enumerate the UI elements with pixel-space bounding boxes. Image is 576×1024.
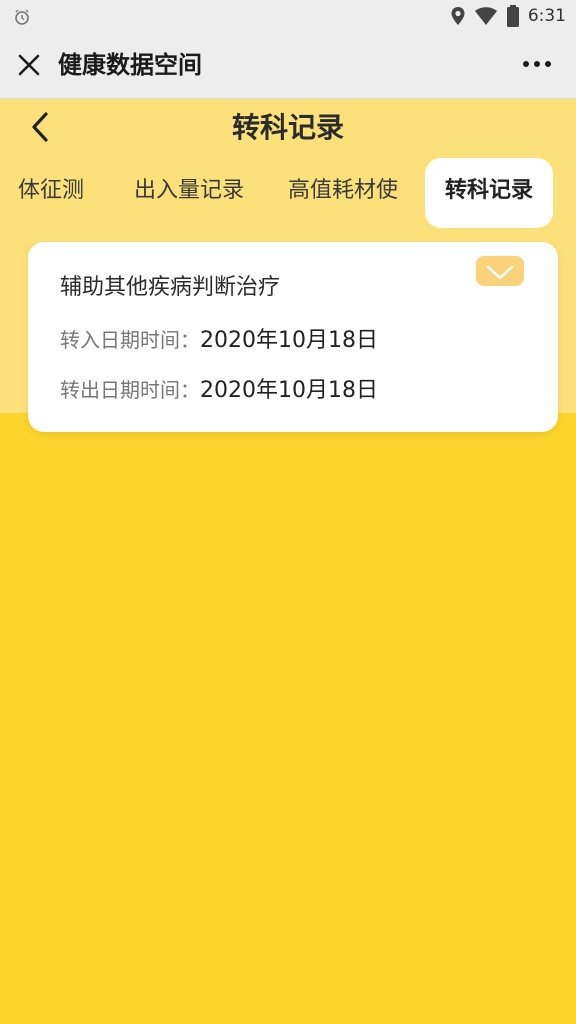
page-title: 转科记录 — [231, 111, 344, 144]
location-icon — [451, 7, 465, 25]
close-icon[interactable] — [14, 50, 44, 80]
tab-transfer-records[interactable]: 转科记录 — [425, 158, 553, 228]
status-time: 6:31 — [527, 6, 566, 26]
tab-bar: 体征测 出入量记录 高值耗材使 转科记录 — [0, 158, 576, 228]
alarm-icon — [15, 9, 29, 25]
app-title: 健康数据空间 — [58, 51, 202, 79]
app-bar: 健康数据空间 — [0, 34, 576, 99]
tab-high-value-consumables[interactable]: 高值耗材使 — [288, 158, 398, 228]
record-title: 辅助其他疾病判断治疗 — [60, 275, 281, 300]
expand-button[interactable] — [476, 256, 524, 286]
transfer-in-value: 2020年10月18日 — [200, 328, 378, 353]
tab-label: 高值耗材使 — [288, 178, 399, 203]
tab-label: 转科记录 — [444, 178, 533, 203]
tab-vital-signs[interactable]: 体征测 — [18, 158, 84, 228]
transfer-in-row: 转入日期时间：2020年10月18日 — [60, 324, 378, 357]
tab-label: 出入量记录 — [134, 178, 245, 203]
tab-intake-output[interactable]: 出入量记录 — [134, 158, 244, 228]
more-icon[interactable] — [522, 56, 552, 72]
status-right: 6:31 — [450, 5, 566, 27]
transfer-out-row: 转出日期时间：2020年10月18日 — [60, 374, 378, 407]
chevron-down-icon — [486, 265, 514, 280]
tab-label: 体征测 — [18, 178, 85, 203]
battery-icon — [506, 5, 519, 27]
transfer-record-card[interactable]: 辅助其他疾病判断治疗 转入日期时间：2020年10月18日 转出日期时间：202… — [28, 242, 558, 432]
status-bar: 6:31 — [0, 0, 576, 34]
wifi-icon — [474, 7, 497, 25]
transfer-out-value: 2020年10月18日 — [200, 378, 378, 403]
transfer-in-label: 转入日期时间： — [60, 328, 200, 352]
transfer-out-label: 转出日期时间： — [60, 378, 200, 402]
